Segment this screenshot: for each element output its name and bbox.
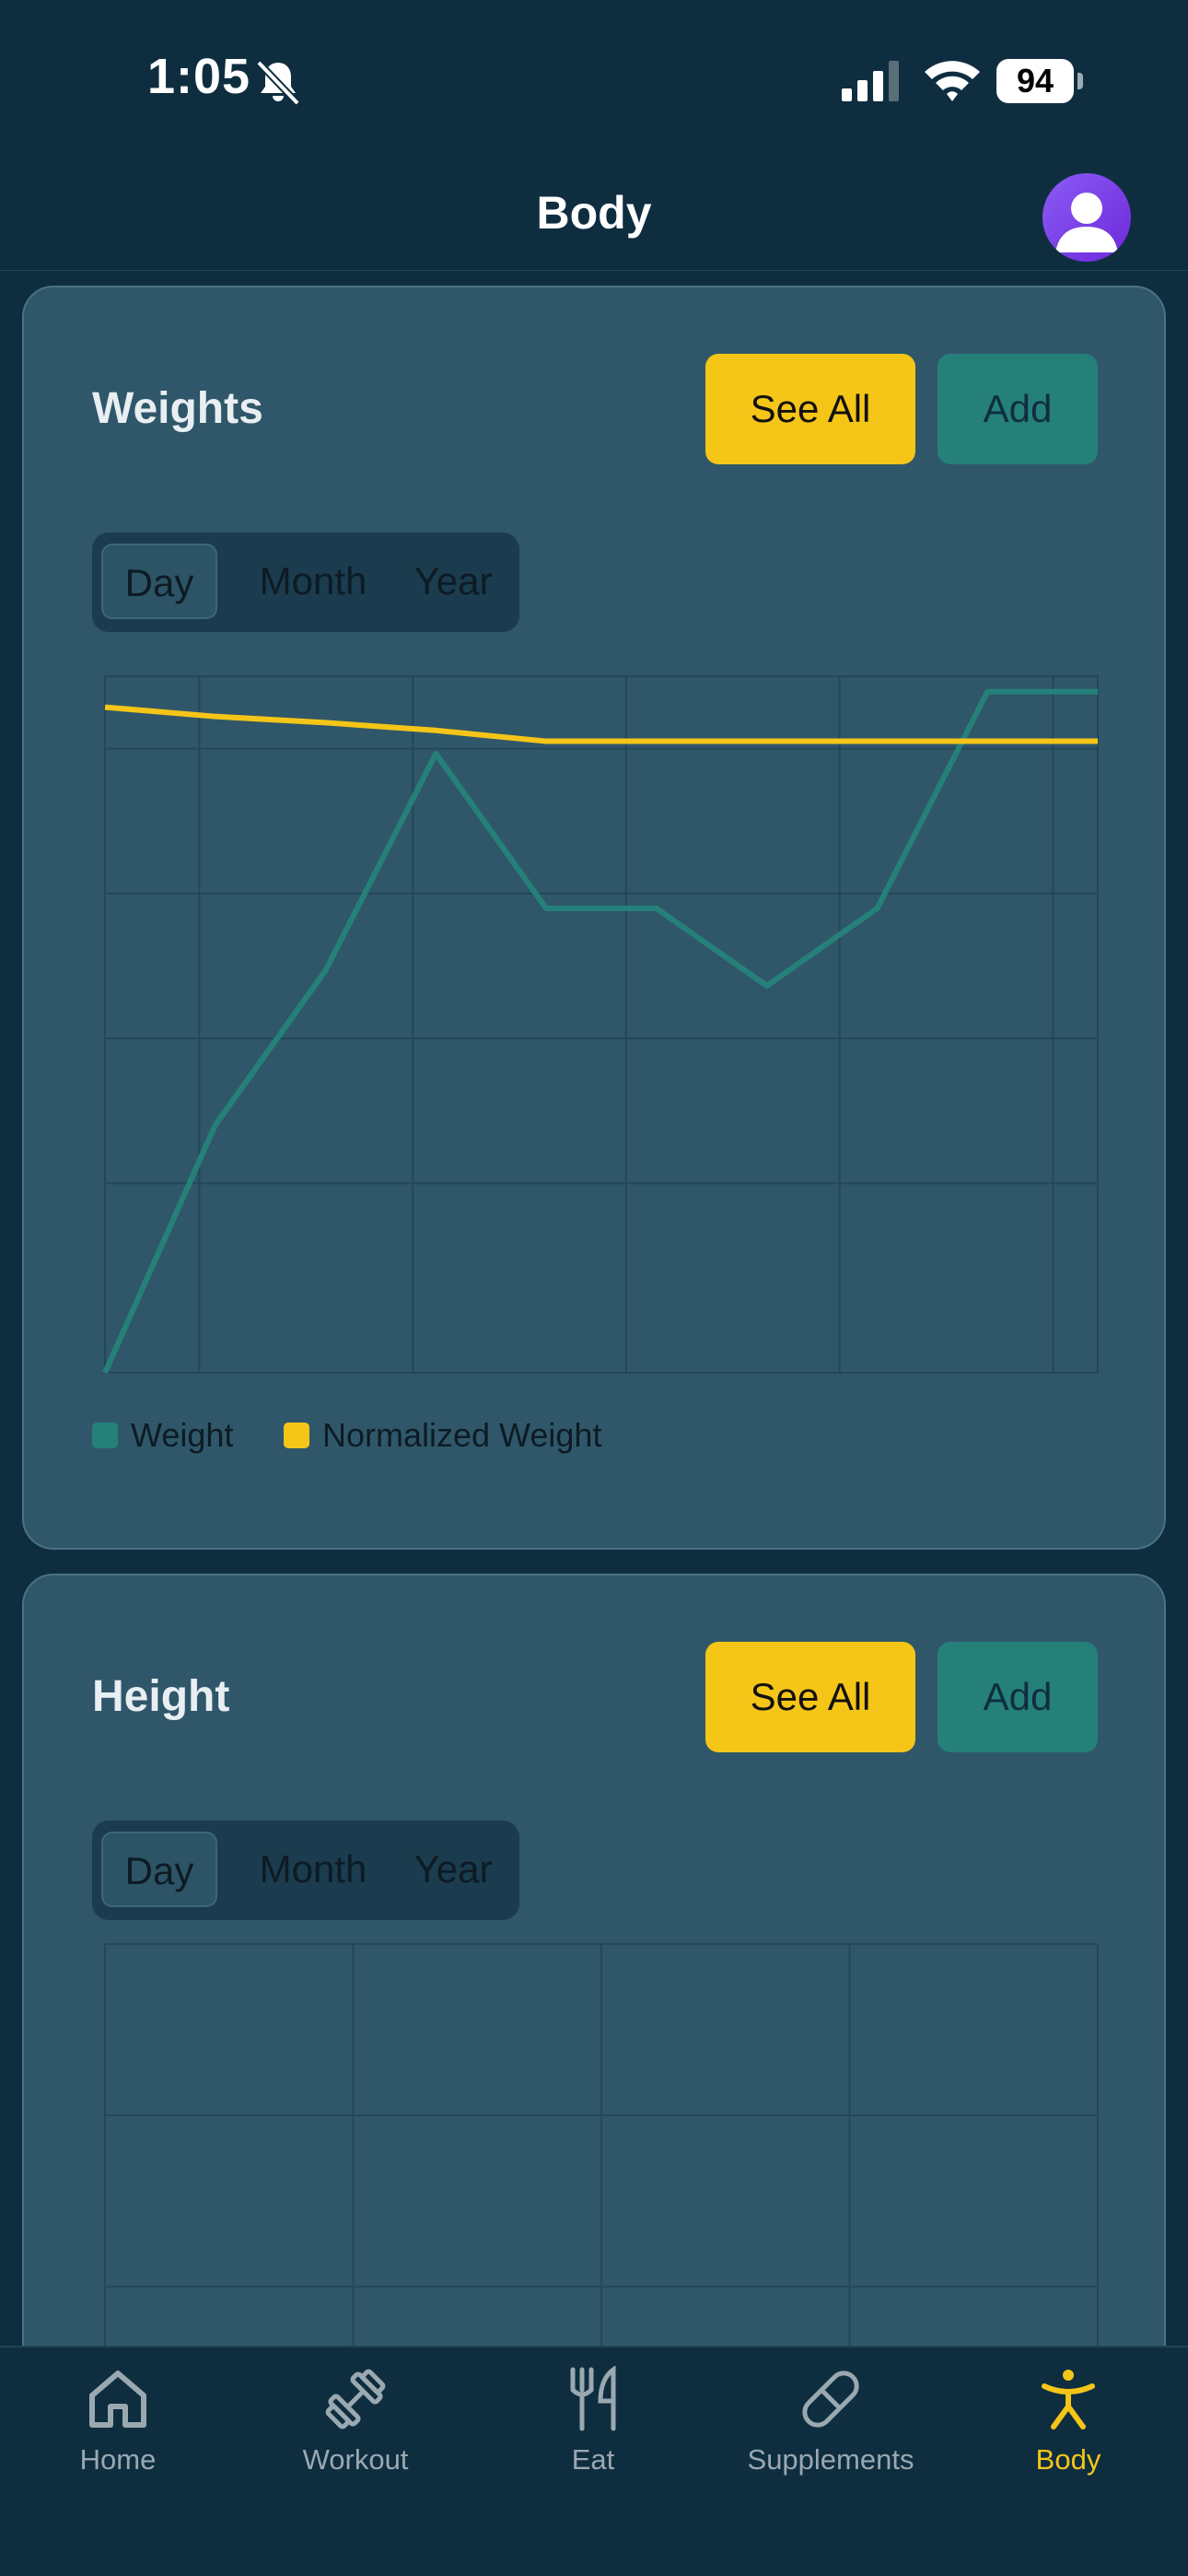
user-icon: [1055, 193, 1118, 252]
series-line-normalized-weight: [104, 704, 1098, 744]
chart-plot-border: [104, 675, 1099, 1374]
nav-label-supplements: Supplements: [747, 2443, 914, 2476]
avatar[interactable]: [1042, 173, 1131, 262]
weights-card: Weights See All Add Day Month Year Weigh…: [22, 286, 1166, 1550]
nav-label-body: Body: [1035, 2443, 1101, 2476]
legend-label-weight: Weight: [131, 1416, 234, 1454]
legend-label-normalized-weight: Normalized Weight: [322, 1416, 602, 1454]
fork-knife-icon: [570, 2366, 616, 2431]
battery-level: 94: [996, 59, 1074, 103]
nav-label-home: Home: [79, 2443, 157, 2476]
page-title: Body: [536, 187, 652, 239]
nav-item-home[interactable]: Home: [17, 2366, 219, 2504]
legend-item-weight: Weight: [92, 1416, 234, 1454]
body-icon: [1042, 2370, 1095, 2430]
status-time: 1:05: [147, 49, 251, 104]
legend-swatch-normalized-weight: [284, 1423, 309, 1448]
pill-icon: [802, 2371, 859, 2428]
bottom-nav: Home Workout Eat Supplements Body: [0, 2346, 1188, 2576]
series-line-weight: [102, 688, 1098, 1375]
battery-indicator: 94: [996, 59, 1083, 103]
page-header: Body: [0, 147, 1188, 271]
nav-item-eat[interactable]: Eat: [492, 2366, 694, 2504]
nav-label-eat: Eat: [571, 2443, 615, 2476]
nav-item-workout[interactable]: Workout: [254, 2366, 457, 2504]
dumbbell-icon: [325, 2369, 386, 2430]
legend-item-normalized-weight: Normalized Weight: [284, 1416, 602, 1454]
legend-swatch-weight: [92, 1423, 118, 1448]
status-bar: 1:05 94: [0, 0, 1188, 147]
bell-slash-icon: [256, 60, 300, 106]
home-icon: [89, 2371, 146, 2428]
weights-chart: [102, 675, 1099, 1375]
nav-label-workout: Workout: [302, 2443, 409, 2476]
wifi-icon: [925, 61, 980, 101]
nav-item-body[interactable]: Body: [967, 2366, 1170, 2504]
battery-nub: [1077, 73, 1083, 89]
nav-item-supplements[interactable]: Supplements: [729, 2366, 932, 2504]
cellular-signal-icon: [842, 61, 899, 101]
